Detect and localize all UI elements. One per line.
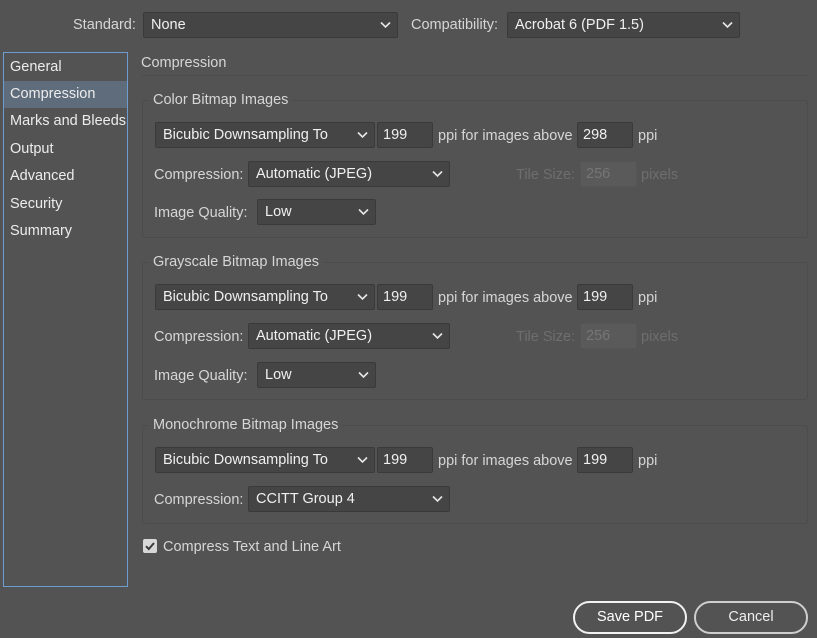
chevron-down-icon: [358, 208, 369, 216]
monochrome-sampling-select[interactable]: Bicubic Downsampling To: [155, 447, 375, 473]
compatibility-value: Acrobat 6 (PDF 1.5): [515, 17, 644, 33]
grayscale-group-title: Grayscale Bitmap Images: [149, 254, 324, 270]
standard-select[interactable]: None: [143, 12, 398, 38]
grayscale-tile-input: [580, 323, 637, 349]
color-tile-input: [580, 161, 637, 187]
compatibility-select[interactable]: Acrobat 6 (PDF 1.5): [507, 12, 740, 38]
sidebar-item-compression[interactable]: Compression: [4, 81, 127, 108]
color-compression-value: Automatic (JPEG): [256, 166, 373, 182]
monochrome-above-input[interactable]: [577, 447, 633, 473]
color-sampling-value: Bicubic Downsampling To: [163, 127, 328, 143]
grayscale-tile-unit: pixels: [641, 329, 679, 345]
grayscale-ppi-input[interactable]: [377, 284, 433, 310]
grayscale-sampling-select[interactable]: Bicubic Downsampling To: [155, 284, 375, 310]
monochrome-ppi-text: ppi for images above: [438, 453, 573, 469]
compress-text-checkbox[interactable]: [143, 539, 157, 553]
monochrome-bitmap-group: [142, 425, 808, 524]
chevron-down-icon: [432, 495, 443, 503]
color-group-title: Color Bitmap Images: [149, 92, 293, 108]
color-ppi-text: ppi for images above: [438, 128, 573, 144]
grayscale-quality-select[interactable]: Low: [257, 362, 376, 388]
monochrome-ppi-suffix: ppi: [638, 453, 658, 469]
panel-title: Compression: [141, 55, 227, 71]
grayscale-quality-value: Low: [265, 367, 292, 383]
monochrome-compression-select[interactable]: CCITT Group 4: [248, 486, 450, 512]
grayscale-ppi-suffix: ppi: [638, 290, 658, 306]
color-ppi-suffix: ppi: [638, 128, 658, 144]
grayscale-quality-label: Image Quality:: [154, 368, 248, 384]
color-ppi-input[interactable]: [377, 122, 433, 148]
sidebar-item-output[interactable]: Output: [4, 136, 127, 163]
chevron-down-icon: [722, 21, 733, 29]
color-quality-label: Image Quality:: [154, 205, 248, 221]
color-above-input[interactable]: [577, 122, 633, 148]
grayscale-tile-label: Tile Size:: [516, 329, 576, 345]
monochrome-group-title: Monochrome Bitmap Images: [149, 417, 343, 433]
chevron-down-icon: [380, 21, 391, 29]
grayscale-compression-label: Compression:: [154, 329, 244, 345]
standard-label: Standard:: [73, 17, 136, 33]
grayscale-above-input[interactable]: [577, 284, 633, 310]
color-quality-value: Low: [265, 204, 292, 220]
sidebar-item-general[interactable]: General: [4, 54, 127, 81]
monochrome-compression-value: CCITT Group 4: [256, 491, 355, 507]
checkmark-icon: [145, 542, 155, 551]
sidebar-item-advanced[interactable]: Advanced: [4, 163, 127, 190]
chevron-down-icon: [357, 293, 368, 301]
sidebar-item-marks-and-bleeds[interactable]: Marks and Bleeds: [4, 108, 127, 135]
save-pdf-button[interactable]: Save PDF: [573, 601, 687, 634]
sidebar-item-summary[interactable]: Summary: [4, 218, 127, 245]
sidebar: General Compression Marks and Bleeds Out…: [3, 52, 128, 587]
chevron-down-icon: [357, 456, 368, 464]
grayscale-compression-value: Automatic (JPEG): [256, 328, 373, 344]
grayscale-sampling-value: Bicubic Downsampling To: [163, 289, 328, 305]
monochrome-ppi-input[interactable]: [377, 447, 433, 473]
panel-divider: [142, 75, 808, 76]
compatibility-label: Compatibility:: [411, 17, 499, 33]
grayscale-ppi-text: ppi for images above: [438, 290, 573, 306]
color-quality-select[interactable]: Low: [257, 199, 376, 225]
compress-text-label[interactable]: Compress Text and Line Art: [163, 539, 341, 555]
chevron-down-icon: [432, 332, 443, 340]
sidebar-item-security[interactable]: Security: [4, 191, 127, 218]
color-sampling-select[interactable]: Bicubic Downsampling To: [155, 122, 375, 148]
color-tile-unit: pixels: [641, 167, 679, 183]
chevron-down-icon: [358, 371, 369, 379]
monochrome-compression-label: Compression:: [154, 492, 244, 508]
grayscale-compression-select[interactable]: Automatic (JPEG): [248, 323, 450, 349]
color-compression-label: Compression:: [154, 167, 244, 183]
chevron-down-icon: [357, 131, 368, 139]
cancel-button[interactable]: Cancel: [694, 601, 808, 634]
color-tile-label: Tile Size:: [516, 167, 576, 183]
monochrome-sampling-value: Bicubic Downsampling To: [163, 452, 328, 468]
standard-value: None: [151, 17, 186, 33]
color-compression-select[interactable]: Automatic (JPEG): [248, 161, 450, 187]
chevron-down-icon: [432, 170, 443, 178]
